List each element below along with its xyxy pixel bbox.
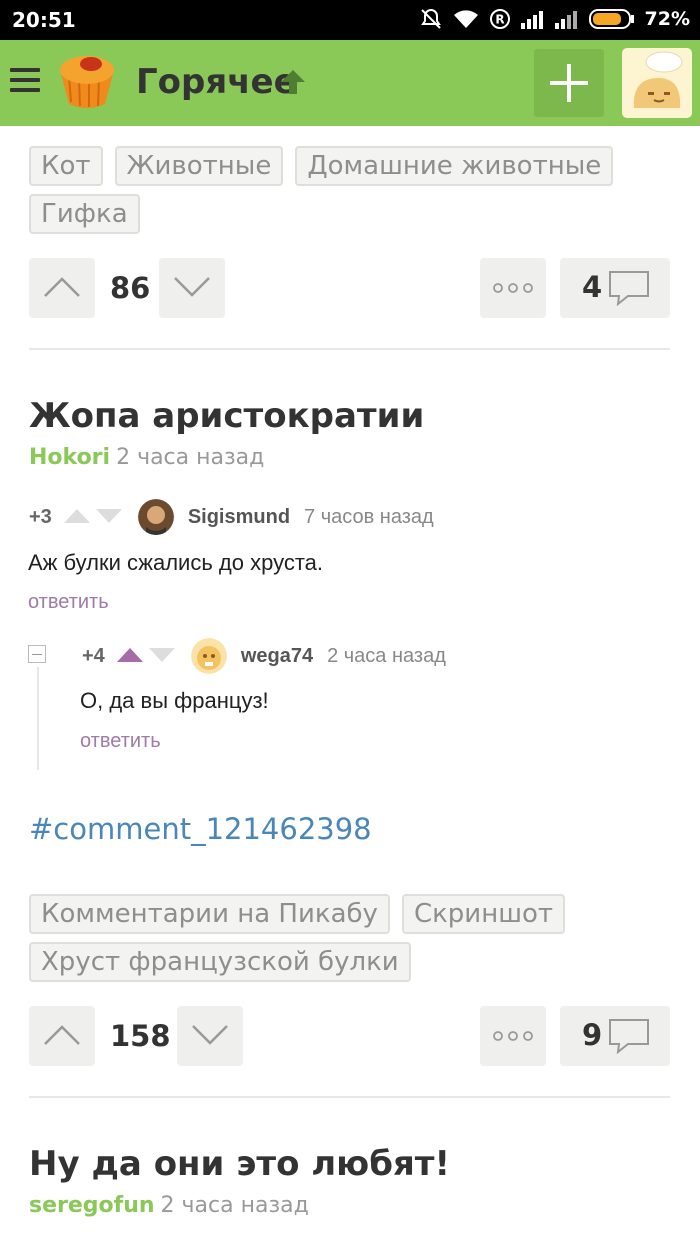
- more-button[interactable]: [480, 258, 546, 318]
- comment-score: +3: [29, 505, 52, 528]
- battery-icon: [588, 8, 635, 30]
- comments-button[interactable]: 9: [560, 1006, 670, 1066]
- upvote-arrow-icon: [63, 506, 90, 529]
- post-title[interactable]: Ну да они это любят!: [29, 1144, 450, 1184]
- tag[interactable]: Скриншот: [401, 894, 566, 934]
- comment-reply: ответить: [28, 591, 109, 613]
- tag[interactable]: Хруст французской булки: [29, 942, 411, 982]
- avatar: [137, 499, 174, 535]
- post-tags: Кот Животные Домашние животные Гифка: [29, 146, 649, 234]
- upvote-arrow-icon: [116, 645, 143, 668]
- comment-text: О, да вы француз!: [80, 688, 269, 713]
- post-rating: 158: [110, 1019, 171, 1053]
- downvote-button[interactable]: [177, 1006, 243, 1066]
- tag[interactable]: Комментарии на Пикабу: [29, 894, 390, 934]
- arrow-up-icon[interactable]: [279, 68, 307, 101]
- menu-icon[interactable]: [10, 68, 40, 94]
- comment-time: 7 часов назад: [304, 505, 434, 528]
- downvote-arrow-icon: [148, 645, 175, 668]
- plus-icon: [550, 64, 588, 102]
- comment-reply: ответить: [80, 730, 161, 752]
- tag[interactable]: Животные: [114, 146, 284, 186]
- post-rating: 86: [110, 271, 151, 305]
- comment-score: +4: [82, 644, 105, 667]
- divider: [29, 1096, 670, 1098]
- chevron-down-icon: [174, 277, 210, 297]
- comment-link[interactable]: #comment_121462398: [29, 812, 372, 846]
- post-meta: seregofun 2 часа назад: [29, 1193, 309, 1218]
- tag[interactable]: Кот: [29, 146, 103, 186]
- chevron-down-icon: [192, 1025, 228, 1045]
- downvote-button[interactable]: [159, 258, 225, 318]
- comment-header: +3 Sigismund 7 часов назад: [29, 499, 434, 535]
- chevron-up-icon: [44, 277, 80, 297]
- divider: [29, 348, 670, 350]
- post-meta: Hokori 2 часа назад: [29, 445, 264, 470]
- post-author[interactable]: seregofun: [29, 1193, 155, 1218]
- comments-count: 4: [582, 270, 603, 304]
- user-avatar[interactable]: [622, 48, 692, 118]
- signal-icon: [554, 9, 579, 29]
- signal-icon: [520, 9, 545, 29]
- tag[interactable]: Домашние животные: [295, 146, 614, 186]
- avatar: [190, 638, 227, 674]
- more-button[interactable]: [480, 1006, 546, 1066]
- registered-icon: R: [489, 8, 511, 30]
- more-icon: [493, 1031, 533, 1041]
- add-post-button[interactable]: [534, 49, 604, 117]
- comment-icon: [609, 1019, 649, 1054]
- svg-text:R: R: [495, 13, 504, 27]
- post-time: 2 часа назад: [116, 445, 265, 470]
- more-icon: [493, 283, 533, 293]
- battery-level: 72%: [644, 8, 690, 30]
- comments-count: 9: [582, 1018, 603, 1052]
- upvote-button[interactable]: [29, 1006, 95, 1066]
- tag[interactable]: Гифка: [29, 194, 140, 234]
- post-time: 2 часа назад: [160, 1193, 309, 1218]
- comment-user: Sigismund: [187, 505, 291, 528]
- pikabu-logo[interactable]: [55, 52, 119, 112]
- post-title[interactable]: Жопа аристократии: [29, 396, 424, 436]
- wifi-icon: [453, 9, 479, 29]
- comments-button[interactable]: 4: [560, 258, 670, 318]
- status-bar: 20:51 R 72%: [0, 0, 700, 40]
- post-author[interactable]: Hokori: [29, 445, 110, 470]
- comment-header: +4 wega74 2 часа назад: [82, 638, 446, 674]
- app-bar: Горячее: [0, 40, 700, 126]
- mute-icon: [419, 7, 443, 31]
- status-time: 20:51: [12, 8, 76, 32]
- comment-time: 2 часа назад: [327, 644, 446, 667]
- thread-line: [37, 667, 39, 770]
- comment-icon: [609, 271, 649, 306]
- upvote-button[interactable]: [29, 258, 95, 318]
- comment-user: wega74: [240, 644, 314, 667]
- collapse-icon: [28, 645, 46, 663]
- chevron-up-icon: [44, 1025, 80, 1045]
- comment-text: Аж булки сжались до хруста.: [28, 550, 324, 575]
- downvote-arrow-icon: [95, 506, 122, 529]
- post-tags: Комментарии на Пикабу Скриншот Хруст фра…: [29, 894, 669, 982]
- page-title[interactable]: Горячее: [136, 62, 297, 102]
